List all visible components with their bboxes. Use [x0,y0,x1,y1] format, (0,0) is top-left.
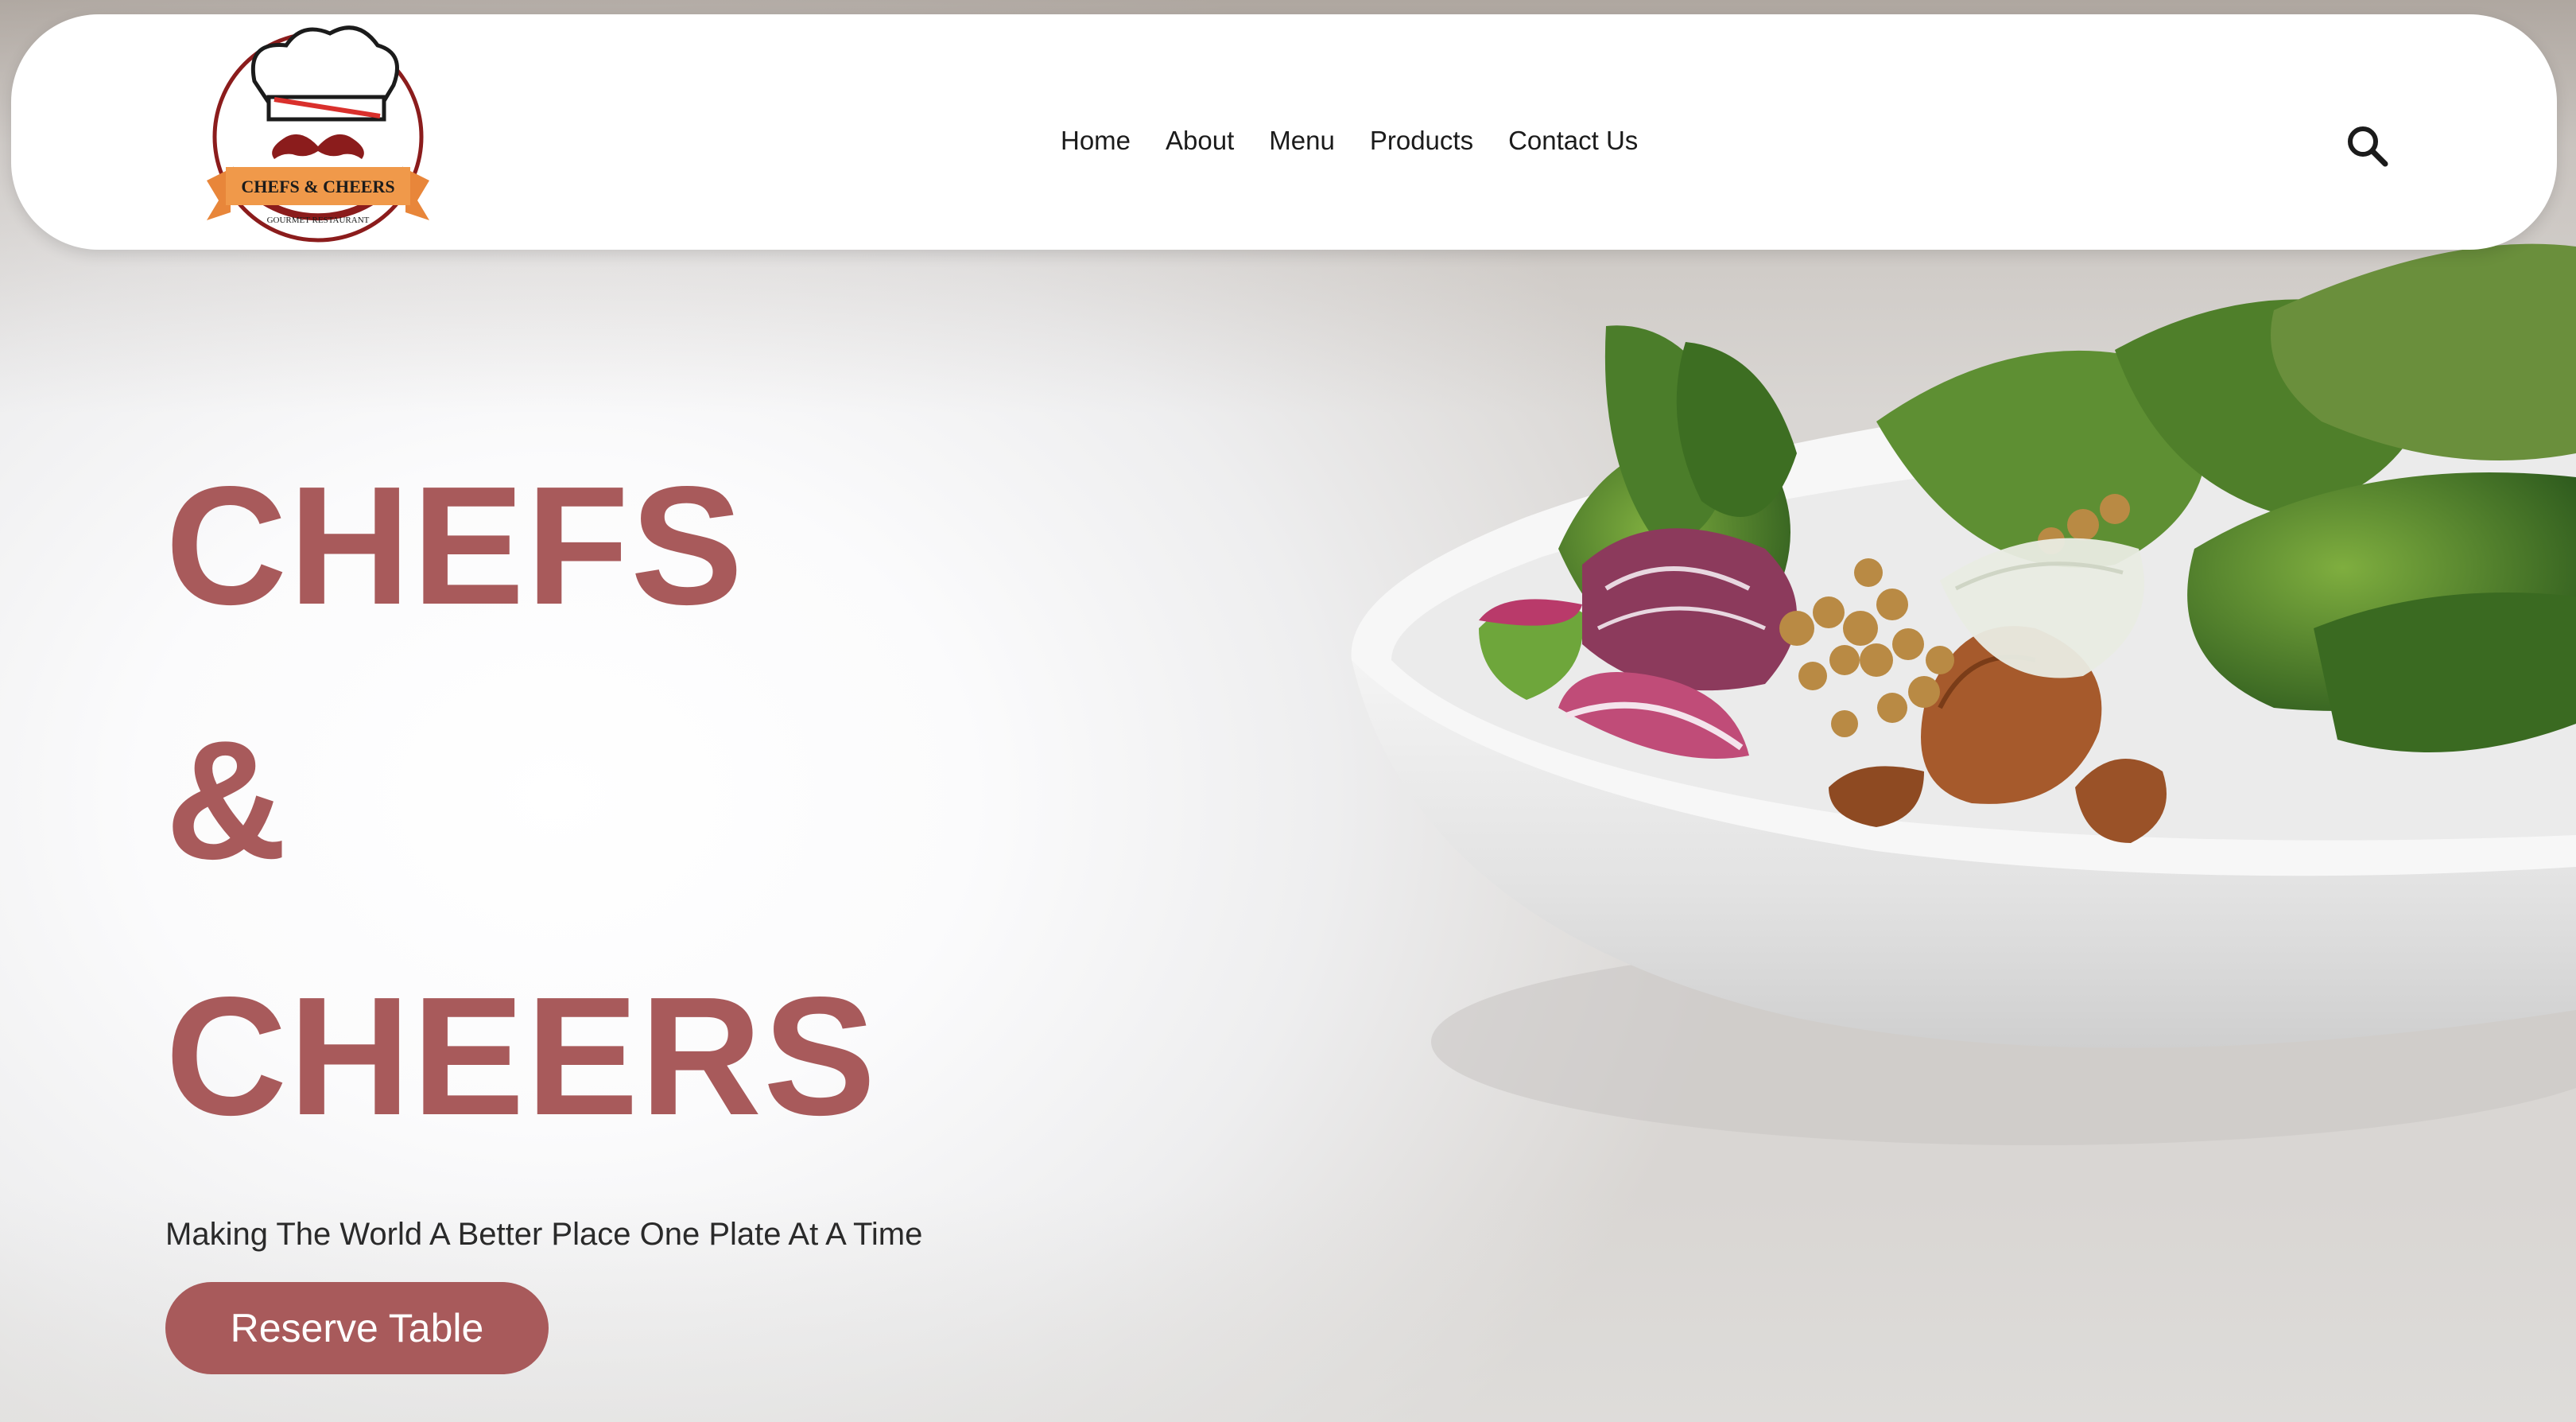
nav-home[interactable]: Home [1061,126,1131,156]
landing-page: CHEFS & CHEERS GOURMET RESTAURANT Home A… [0,0,2576,1422]
nav-about[interactable]: About [1166,126,1234,156]
search-icon[interactable] [2344,122,2390,169]
hero-title-line-1: CHEFS [165,451,745,639]
header-bar: CHEFS & CHEERS GOURMET RESTAURANT Home A… [11,14,2557,250]
logo[interactable]: CHEFS & CHEERS GOURMET RESTAURANT [199,17,437,253]
reserve-table-button[interactable]: Reserve Table [165,1282,549,1374]
hero-title-line-2: & [165,705,289,894]
logo-text: CHEFS & CHEERS [241,177,394,196]
hero-title-line-3: CHEERS [165,962,878,1150]
nav-contact-us[interactable]: Contact Us [1508,126,1638,156]
salad-bowl-image [1351,243,2576,1145]
nav-menu[interactable]: Menu [1269,126,1335,156]
nav-products[interactable]: Products [1370,126,1473,156]
logo-subtext: GOURMET RESTAURANT [267,216,370,225]
hero-tagline: Making The World A Better Place One Plat… [165,1217,923,1252]
main-nav: Home About Menu Products Contact Us [1061,126,1638,156]
